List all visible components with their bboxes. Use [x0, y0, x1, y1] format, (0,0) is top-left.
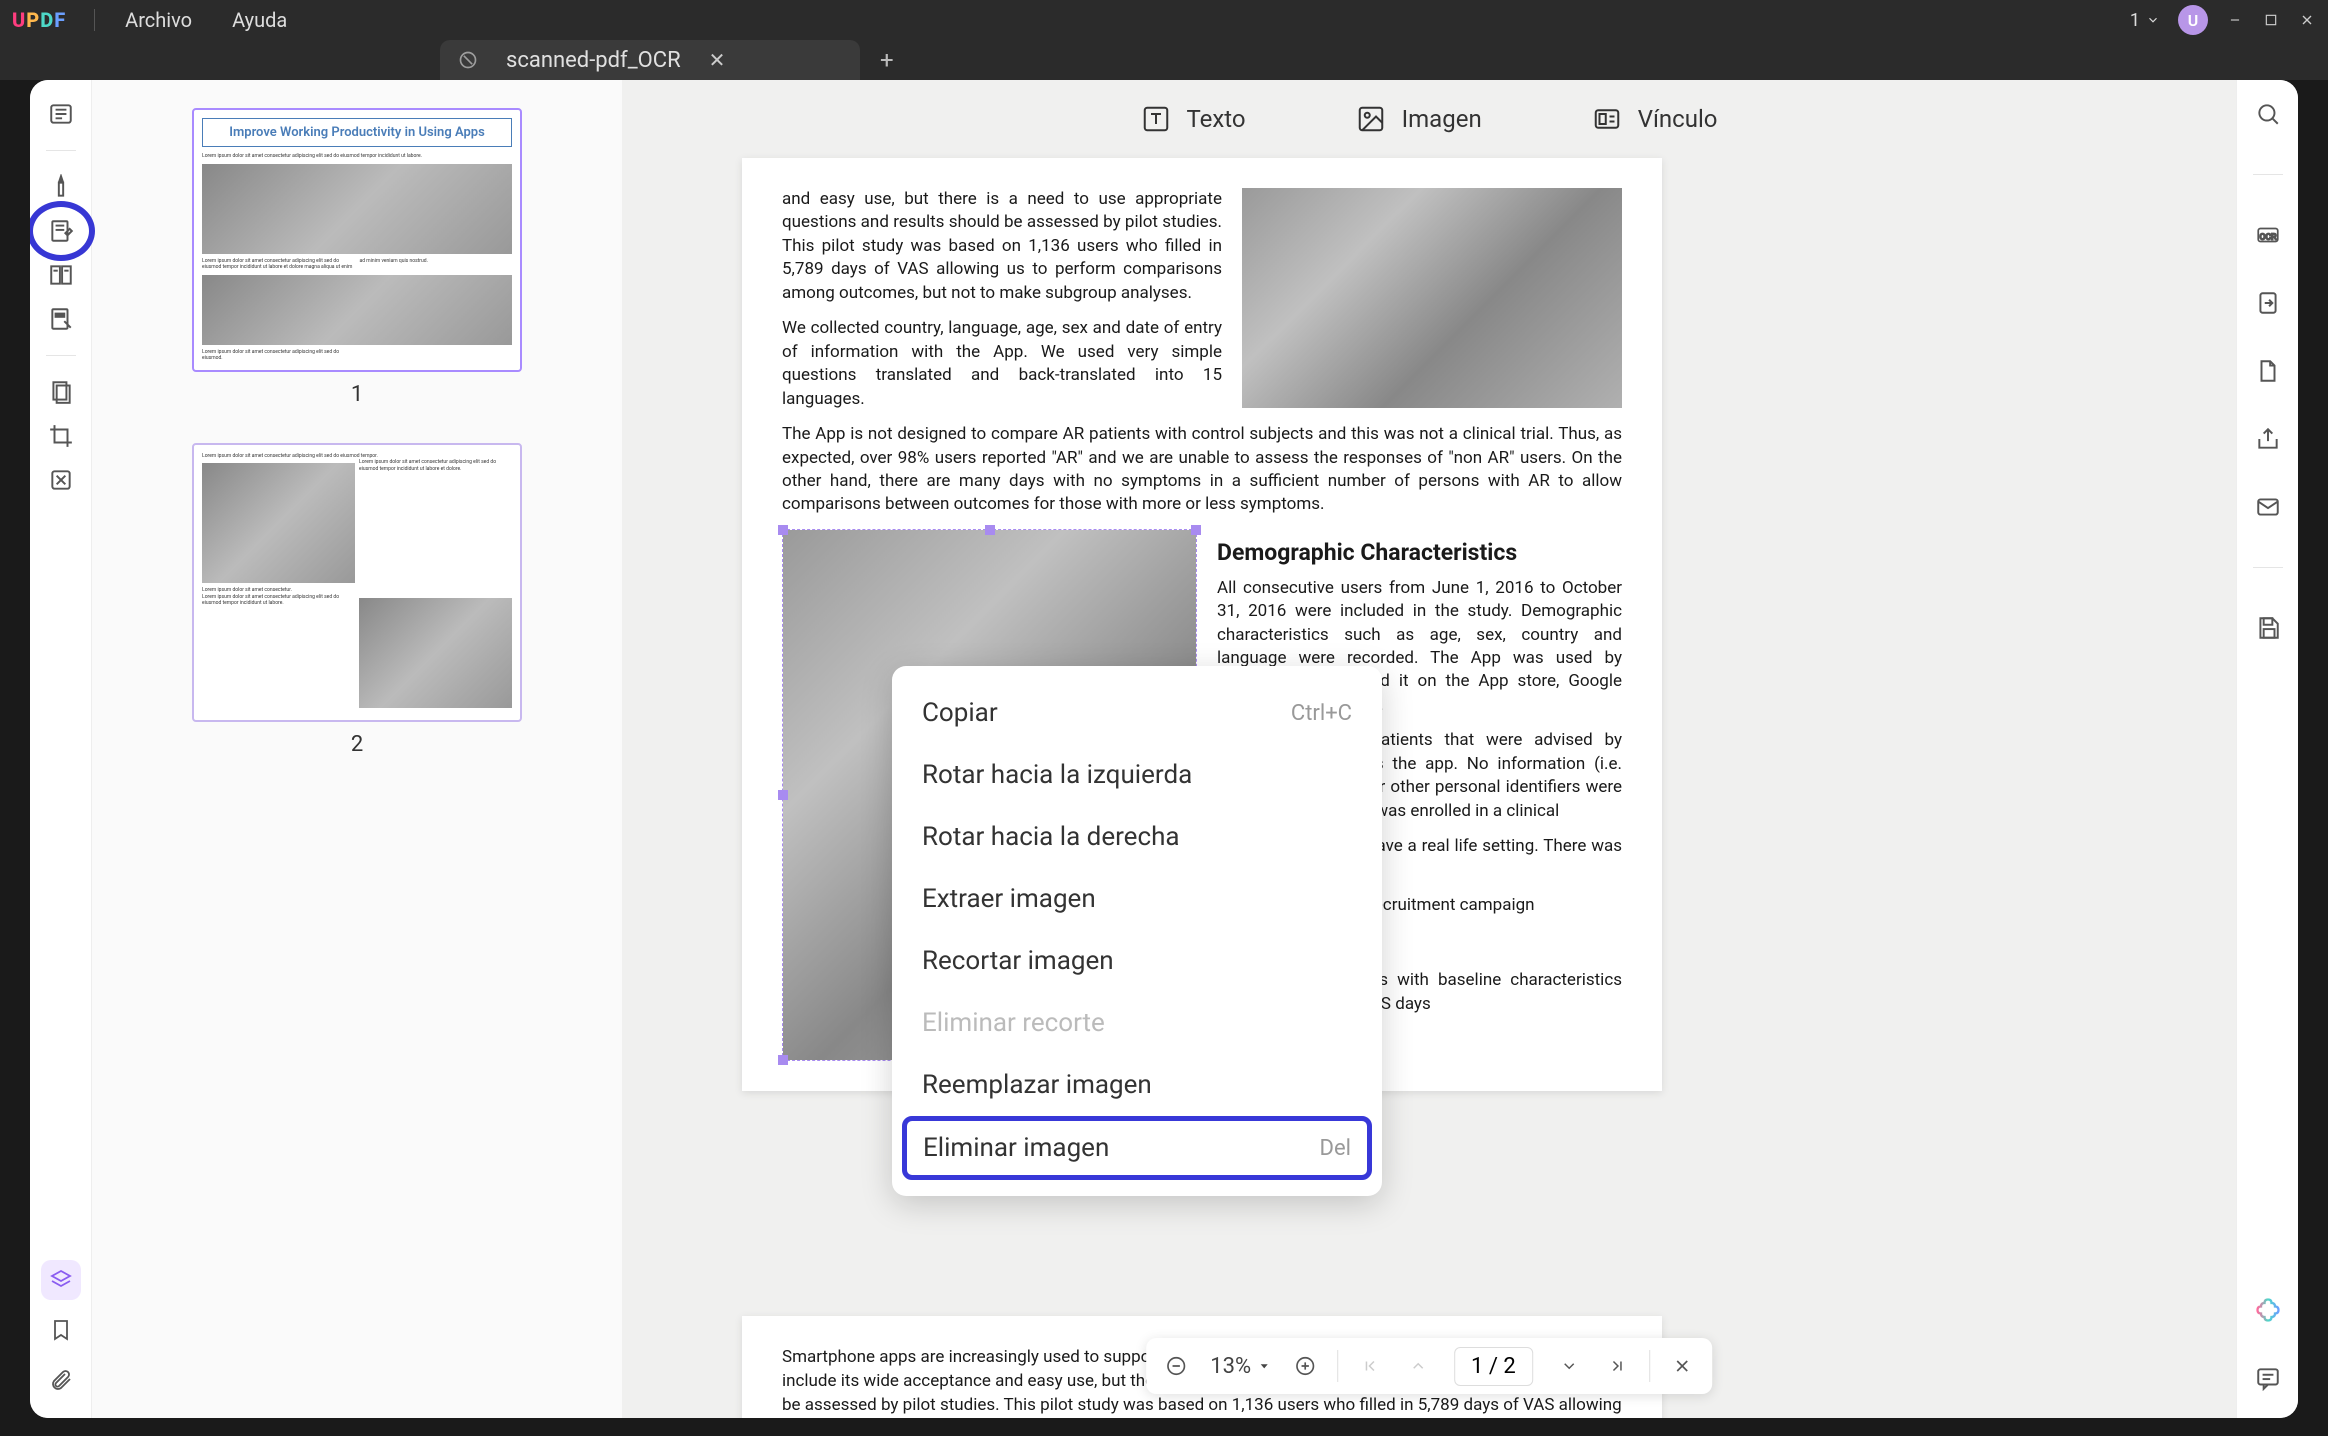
ocr-button[interactable]: OCR — [2248, 215, 2288, 255]
resize-handle[interactable] — [778, 1055, 788, 1065]
maximize-button[interactable] — [2262, 11, 2280, 29]
app-logo: UPDF — [12, 8, 66, 32]
menu-ayuda[interactable]: Ayuda — [212, 8, 307, 32]
page-indicator[interactable]: 1 / 2 — [1454, 1347, 1533, 1386]
convert-icon — [2255, 290, 2281, 316]
zoom-in-button[interactable] — [1283, 1344, 1327, 1388]
close-button[interactable] — [2298, 11, 2316, 29]
resize-handle[interactable] — [778, 525, 788, 535]
organize-tool[interactable] — [41, 255, 81, 295]
heading[interactable]: Demographic Characteristics — [1217, 537, 1622, 569]
text-icon — [1141, 104, 1171, 134]
edit-text-tool[interactable]: Texto — [1141, 104, 1246, 134]
svg-text:OCR: OCR — [2259, 232, 2277, 242]
next-page-button[interactable] — [1547, 1344, 1591, 1388]
convert-button[interactable] — [2248, 283, 2288, 323]
thumbnail-image-placeholder — [202, 275, 512, 345]
thumbnail-image-placeholder — [202, 164, 512, 254]
thumbnail-label-1: 1 — [192, 382, 522, 407]
share-icon — [2255, 426, 2281, 452]
bookmark-panel-toggle[interactable] — [41, 1310, 81, 1350]
compress-button[interactable] — [2248, 351, 2288, 391]
document-icon — [458, 50, 478, 70]
share-button[interactable] — [2248, 419, 2288, 459]
link-icon — [1592, 104, 1622, 134]
ctx-rotate-left[interactable]: Rotar hacia la izquierda — [902, 744, 1372, 806]
ctx-extract-image[interactable]: Extraer imagen — [902, 868, 1372, 930]
prev-page-button[interactable] — [1396, 1344, 1440, 1388]
paragraph[interactable]: We collected country, language, age, sex… — [782, 317, 1222, 411]
right-sidebar: OCR — [2236, 80, 2298, 1418]
page-tool[interactable] — [41, 372, 81, 412]
reader-tool[interactable] — [41, 94, 81, 134]
document-tab[interactable]: scanned-pdf_OCR ✕ — [440, 40, 860, 80]
dropdown-icon — [1257, 1359, 1271, 1373]
minimize-button[interactable] — [2226, 11, 2244, 29]
ocr-icon: OCR — [2255, 222, 2281, 248]
ctx-delete-image[interactable]: Eliminar imagen Del — [902, 1116, 1372, 1180]
redact-tool[interactable] — [41, 299, 81, 339]
edit-image-tool[interactable]: Imagen — [1356, 104, 1482, 134]
ctx-remove-crop: Eliminar recorte — [902, 992, 1372, 1054]
thumbnail-page-2[interactable]: Lorem ipsum dolor sit amet consectetur a… — [192, 443, 522, 722]
image-icon — [1356, 104, 1386, 134]
resize-handle[interactable] — [778, 790, 788, 800]
tab-close-button[interactable]: ✕ — [709, 48, 726, 72]
ctx-rotate-right[interactable]: Rotar hacia la derecha — [902, 806, 1372, 868]
window-count[interactable]: 1 — [2130, 10, 2160, 31]
thumbnail-label-2: 2 — [192, 732, 522, 757]
image-context-menu: Copiar Ctrl+C Rotar hacia la izquierda R… — [892, 666, 1382, 1196]
resize-handle[interactable] — [1191, 525, 1201, 535]
resize-handle[interactable] — [985, 525, 995, 535]
zoom-out-button[interactable] — [1154, 1344, 1198, 1388]
last-page-button[interactable] — [1595, 1344, 1639, 1388]
close-controls-button[interactable] — [1660, 1344, 1704, 1388]
ctx-copy[interactable]: Copiar Ctrl+C — [902, 682, 1372, 744]
chat-button[interactable] — [2248, 1358, 2288, 1398]
file-icon — [2255, 358, 2281, 384]
document-image[interactable] — [1242, 188, 1622, 408]
tab-title: scanned-pdf_OCR — [506, 48, 681, 73]
zoom-level[interactable]: 13% — [1202, 1354, 1279, 1379]
ai-button[interactable] — [2248, 1290, 2288, 1330]
thumbnail-page-1[interactable]: Improve Working Productivity in Using Ap… — [192, 108, 522, 372]
edit-pdf-tool[interactable] — [41, 211, 81, 251]
chevron-down-icon — [2146, 13, 2160, 27]
chat-icon — [2255, 1365, 2281, 1391]
paragraph[interactable]: The App is not designed to compare AR pa… — [782, 423, 1622, 517]
crop-tool[interactable] — [41, 416, 81, 456]
document-viewport[interactable]: Texto Imagen Vínculo and easy use, but t… — [622, 80, 2236, 1418]
mail-icon — [2255, 494, 2281, 520]
attachment-panel-toggle[interactable] — [41, 1360, 81, 1400]
ctx-crop-image[interactable]: Recortar imagen — [902, 930, 1372, 992]
user-avatar[interactable]: U — [2178, 5, 2208, 35]
search-button[interactable] — [2248, 94, 2288, 134]
email-button[interactable] — [2248, 487, 2288, 527]
tools-tool[interactable] — [41, 460, 81, 500]
thumbnail-image-placeholder — [202, 463, 355, 583]
edit-toolbar: Texto Imagen Vínculo — [622, 80, 2236, 158]
save-icon — [2255, 615, 2281, 641]
titlebar: UPDF Archivo Ayuda 1 U — [0, 0, 2328, 40]
left-sidebar — [30, 80, 92, 1418]
page-controls: 13% 1 / 2 — [1146, 1338, 1712, 1394]
ai-sparkle-icon — [2254, 1296, 2282, 1324]
main-area: Improve Working Productivity in Using Ap… — [30, 80, 2298, 1418]
edit-link-tool[interactable]: Vínculo — [1592, 104, 1718, 134]
layers-panel-toggle[interactable] — [41, 1260, 81, 1300]
thumbnail-panel: Improve Working Productivity in Using Ap… — [92, 80, 622, 1418]
paragraph[interactable]: and easy use, but there is a need to use… — [782, 188, 1222, 305]
first-page-button[interactable] — [1348, 1344, 1392, 1388]
new-tab-button[interactable]: + — [880, 46, 894, 80]
search-icon — [2255, 101, 2281, 127]
ctx-replace-image[interactable]: Reemplazar imagen — [902, 1054, 1372, 1116]
menu-archivo[interactable]: Archivo — [105, 8, 212, 32]
thumbnail-image-placeholder — [359, 598, 512, 708]
save-button[interactable] — [2248, 608, 2288, 648]
tabbar: scanned-pdf_OCR ✕ + — [0, 40, 2328, 80]
